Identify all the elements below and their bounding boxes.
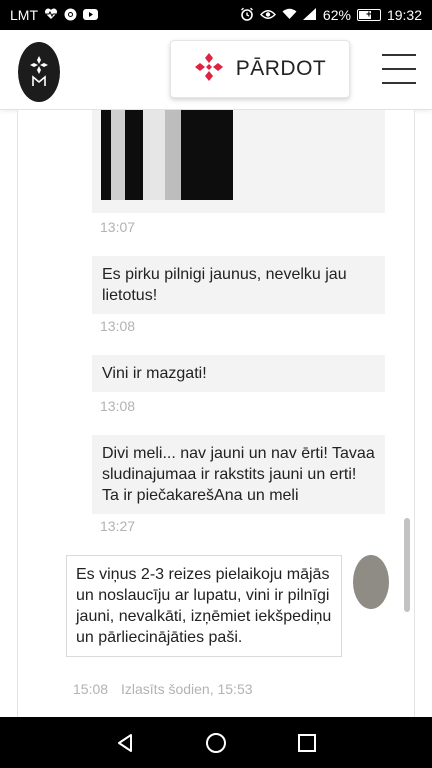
back-icon[interactable]: [110, 728, 140, 758]
app-header: PĀRDOT: [0, 30, 432, 110]
chat-thread[interactable]: 13:07 Es pirku pilnigi jaunus, nevelku j…: [17, 110, 415, 717]
carrier-label: LMT: [10, 7, 38, 23]
clock-time: 19:32: [386, 7, 422, 23]
wifi-icon: [282, 8, 297, 22]
battery-percent: 62%: [322, 7, 351, 23]
charging-icon: +: [366, 9, 372, 21]
shoe-photo[interactable]: [101, 110, 233, 200]
menu-line: [382, 68, 416, 70]
sell-diamond-icon: [194, 52, 224, 87]
signal-icon: [302, 8, 317, 22]
menu-line: [382, 82, 416, 84]
menu-line: [382, 54, 416, 56]
chat-scrollbar[interactable]: [404, 518, 410, 612]
alarm-icon: [240, 7, 254, 23]
heart-rate-icon: [44, 8, 58, 22]
logo-emblem-icon: [30, 56, 48, 86]
message-photo-bubble[interactable]: [92, 110, 385, 213]
sell-button[interactable]: PĀRDOT: [170, 40, 350, 98]
photo-stripe: [143, 110, 165, 200]
message-time: 13:07: [100, 219, 136, 235]
photo-stripe: [165, 110, 181, 200]
status-right: 62% + 19:32: [240, 7, 422, 23]
outgoing-time: 15:08: [73, 681, 109, 697]
chrome-icon: [64, 8, 77, 23]
user-avatar[interactable]: [353, 555, 389, 609]
read-status: Izlasīts šodien, 15:53: [121, 681, 253, 697]
youtube-icon: [83, 8, 98, 22]
hamburger-menu-icon[interactable]: [382, 52, 416, 86]
eye-icon: [259, 9, 276, 22]
brand-logo[interactable]: [18, 42, 60, 102]
incoming-message: Vini ir mazgati!: [92, 355, 385, 392]
outgoing-message: Es viņus 2-3 reizes pielaikoju mājās un …: [66, 555, 342, 657]
incoming-message: Divi meli... nav jauni un nav ērti! Tava…: [92, 435, 385, 514]
status-left: LMT: [10, 7, 98, 23]
home-icon[interactable]: [201, 728, 231, 758]
recents-icon[interactable]: [292, 728, 322, 758]
message-time: 13:08: [100, 398, 136, 414]
sell-label: PĀRDOT: [235, 57, 327, 80]
status-bar: LMT 62% + 19:32: [0, 0, 432, 30]
incoming-message: Es pirku pilnigi jaunus, nevelku jau lie…: [92, 256, 385, 314]
battery-icon: +: [356, 9, 381, 21]
message-time: 13:08: [100, 318, 136, 334]
system-nav-bar: [0, 717, 432, 768]
photo-stripe: [111, 110, 125, 200]
message-time: 13:27: [100, 518, 136, 534]
